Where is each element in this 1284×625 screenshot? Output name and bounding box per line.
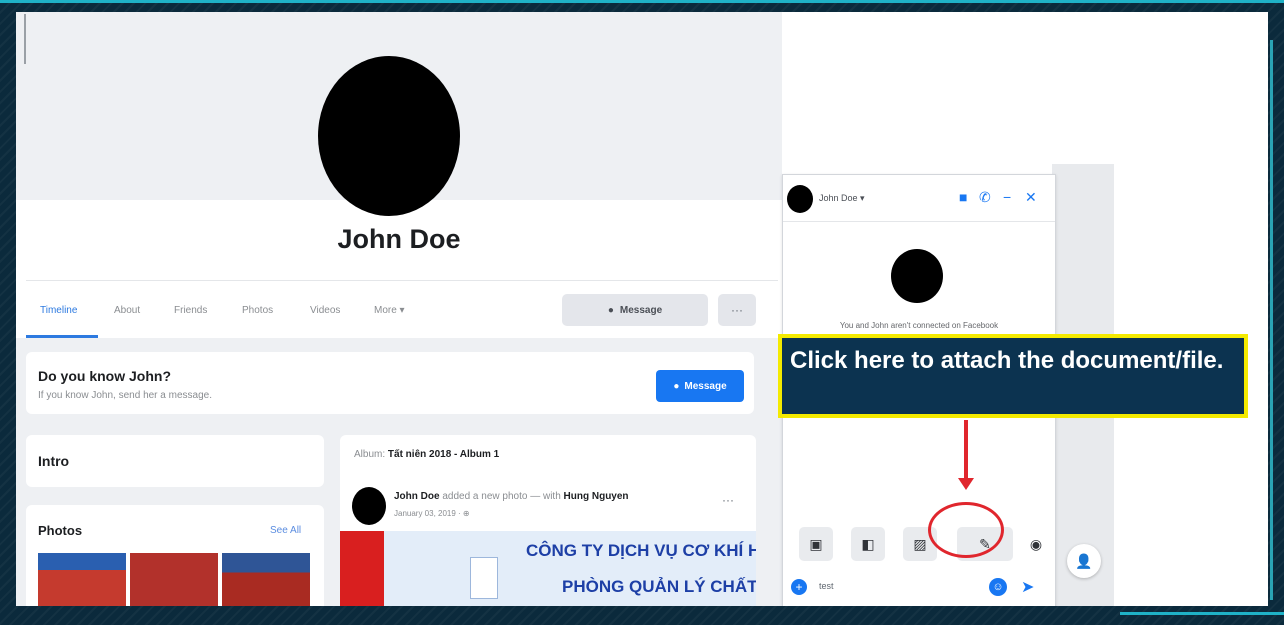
tab-friends[interactable]: Friends xyxy=(174,305,207,316)
message-input[interactable]: test xyxy=(819,581,834,591)
more-actions-icon[interactable]: ◉ xyxy=(1019,527,1053,561)
company-logo xyxy=(470,557,498,599)
profile-message-label: Message xyxy=(619,304,663,316)
post-image[interactable]: CÔNG TY DỊCH VỤ CƠ KHÍ HÀNG HẢI PHÒNG QU… xyxy=(340,531,756,606)
know-title: Do you know John? xyxy=(38,368,171,384)
phone-icon[interactable]: ✆ xyxy=(979,189,991,206)
tab-photos[interactable]: Photos xyxy=(242,305,273,316)
frame-right-accent xyxy=(1270,40,1273,600)
post-author-avatar[interactable] xyxy=(352,487,386,525)
sticker-icon[interactable]: ◧ xyxy=(851,527,885,561)
post-author[interactable]: John Doe xyxy=(394,491,440,502)
frame-bottom-accent xyxy=(1120,612,1284,615)
annotation-arrow-head xyxy=(958,478,974,490)
instruction-callout: Click here to attach the document/file. xyxy=(778,334,1248,418)
photo-thumbnail[interactable] xyxy=(130,553,218,606)
profile-avatar[interactable] xyxy=(318,56,460,216)
know-message-label: Message xyxy=(684,380,727,392)
banner-line-2: PHÒNG QUẢN LÝ CHẤT LƯỢNG xyxy=(562,577,756,596)
photos-title: Photos xyxy=(38,523,83,538)
chat-avatar[interactable] xyxy=(787,185,813,213)
profile-more-button[interactable]: ··· xyxy=(718,294,756,326)
new-contact-icon[interactable]: 👤 xyxy=(1067,544,1101,578)
tab-timeline[interactable]: Timeline xyxy=(40,305,77,316)
banner-line-1: CÔNG TY DỊCH VỤ CƠ KHÍ HÀNG HẢI xyxy=(526,541,756,560)
screenshot-canvas: John Doe Timeline About Friends Photos V… xyxy=(16,12,1268,606)
photos-card: Photos See All xyxy=(26,505,324,606)
know-subtitle: If you know John, send her a message. xyxy=(38,390,212,401)
tab-videos[interactable]: Videos xyxy=(310,305,340,316)
chat-toolbar: ▣ ◧ ▨ ✎ ◉ xyxy=(783,521,1055,567)
messenger-icon: ● xyxy=(607,304,614,316)
close-icon[interactable]: ✕ xyxy=(1025,189,1037,206)
post-tagged[interactable]: Hung Nguyen xyxy=(564,491,629,502)
profile-message-button[interactable]: ● Message xyxy=(562,294,708,326)
intro-title: Intro xyxy=(38,453,70,469)
tab-about[interactable]: About xyxy=(114,305,140,316)
post-action: added a new photo — with xyxy=(442,491,561,502)
photo-thumbnail[interactable] xyxy=(222,553,310,606)
photo-icon[interactable]: ▣ xyxy=(799,527,833,561)
emoji-icon[interactable]: ☺ xyxy=(989,578,1007,596)
chat-input-row: + test ☺ ➤ xyxy=(783,569,1055,605)
chat-header: John Doe ▾ ■ ✆ − ✕ xyxy=(783,175,1055,222)
album-name[interactable]: Tất niên 2018 - Album 1 xyxy=(388,449,499,460)
post-date[interactable]: January 03, 2019 · ⊕ xyxy=(394,509,470,518)
tab-more[interactable]: More ▾ xyxy=(374,305,405,316)
album-line: Album: Tất niên 2018 - Album 1 xyxy=(354,449,499,460)
frame-top-accent xyxy=(0,0,1284,3)
messenger-icon: ● xyxy=(673,380,680,392)
chat-connection-info: You and John aren't connected on Faceboo… xyxy=(839,321,999,330)
know-card: Do you know John? If you know John, send… xyxy=(26,352,754,414)
annotation-arrow xyxy=(964,420,968,482)
attach-highlight-ring xyxy=(928,502,1004,558)
minimize-icon[interactable]: − xyxy=(1003,189,1011,205)
chat-contact-avatar xyxy=(891,249,943,303)
post-meta: John Doe added a new photo — with Hung N… xyxy=(394,491,629,502)
flag-graphic xyxy=(340,531,384,606)
send-icon[interactable]: ➤ xyxy=(1021,577,1034,597)
see-all-link[interactable]: See All xyxy=(270,525,301,536)
post-options-icon[interactable]: ··· xyxy=(722,493,734,507)
plus-icon[interactable]: + xyxy=(791,579,807,595)
chat-name[interactable]: John Doe ▾ xyxy=(819,193,865,204)
know-message-button[interactable]: ● Message xyxy=(656,370,744,402)
video-camera-icon[interactable]: ■ xyxy=(959,189,967,205)
post-card: Album: Tất niên 2018 - Album 1 John Doe … xyxy=(340,435,756,606)
profile-name: John Doe xyxy=(337,224,461,254)
album-prefix: Album: xyxy=(354,449,386,460)
cover-divider xyxy=(24,14,26,64)
photo-thumbnail[interactable] xyxy=(38,553,126,606)
intro-card: Intro xyxy=(26,435,324,487)
